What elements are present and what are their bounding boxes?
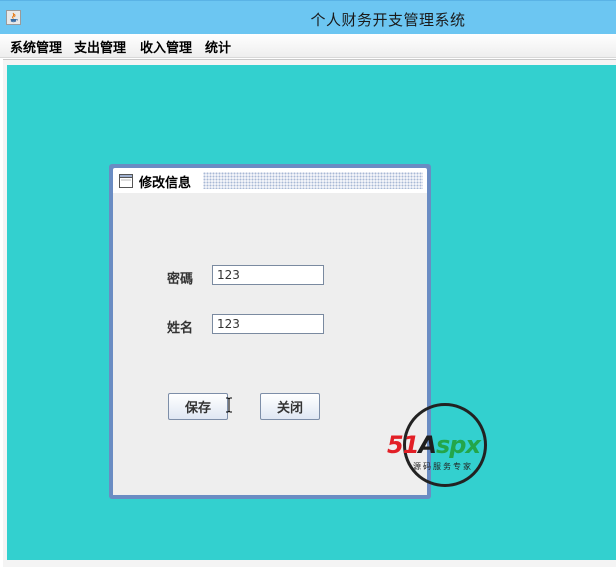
save-button[interactable]: 保存 xyxy=(168,393,228,420)
window-icon[interactable] xyxy=(119,173,133,188)
dialog-body: 密碼 姓名 保存 关闭 xyxy=(113,193,427,495)
menu-statistics[interactable]: 统计 xyxy=(205,37,231,56)
watermark-logo: 51Aspx 源码服务专家 xyxy=(383,403,513,493)
menu-income[interactable]: 收入管理 xyxy=(140,37,192,56)
watermark-brand: 51Aspx xyxy=(387,431,481,459)
menu-system[interactable]: 系统管理 xyxy=(10,37,62,56)
name-label: 姓名 xyxy=(167,321,194,336)
password-input[interactable] xyxy=(212,265,324,285)
close-button[interactable]: 关闭 xyxy=(260,393,320,420)
menu-bar: 系统管理 支出管理 收入管理 统计 xyxy=(0,34,616,58)
watermark-tagline: 源码服务专家 xyxy=(413,462,473,471)
name-input[interactable] xyxy=(212,314,324,334)
dialog-title-bar[interactable]: 修改信息 xyxy=(113,168,427,193)
dialog-title-pattern xyxy=(203,172,423,189)
window-title: 个人财务开支管理系统 xyxy=(310,11,466,29)
dialog-title: 修改信息 xyxy=(139,172,196,191)
menu-expense[interactable]: 支出管理 xyxy=(74,37,126,56)
title-bar[interactable]: 个人财务开支管理系统 xyxy=(0,0,616,34)
text-cursor-icon xyxy=(225,397,233,417)
password-label: 密碼 xyxy=(167,272,194,287)
main-window: 个人财务开支管理系统 系统管理 支出管理 收入管理 统计 修改信息 密碼 姓名 xyxy=(0,0,616,567)
